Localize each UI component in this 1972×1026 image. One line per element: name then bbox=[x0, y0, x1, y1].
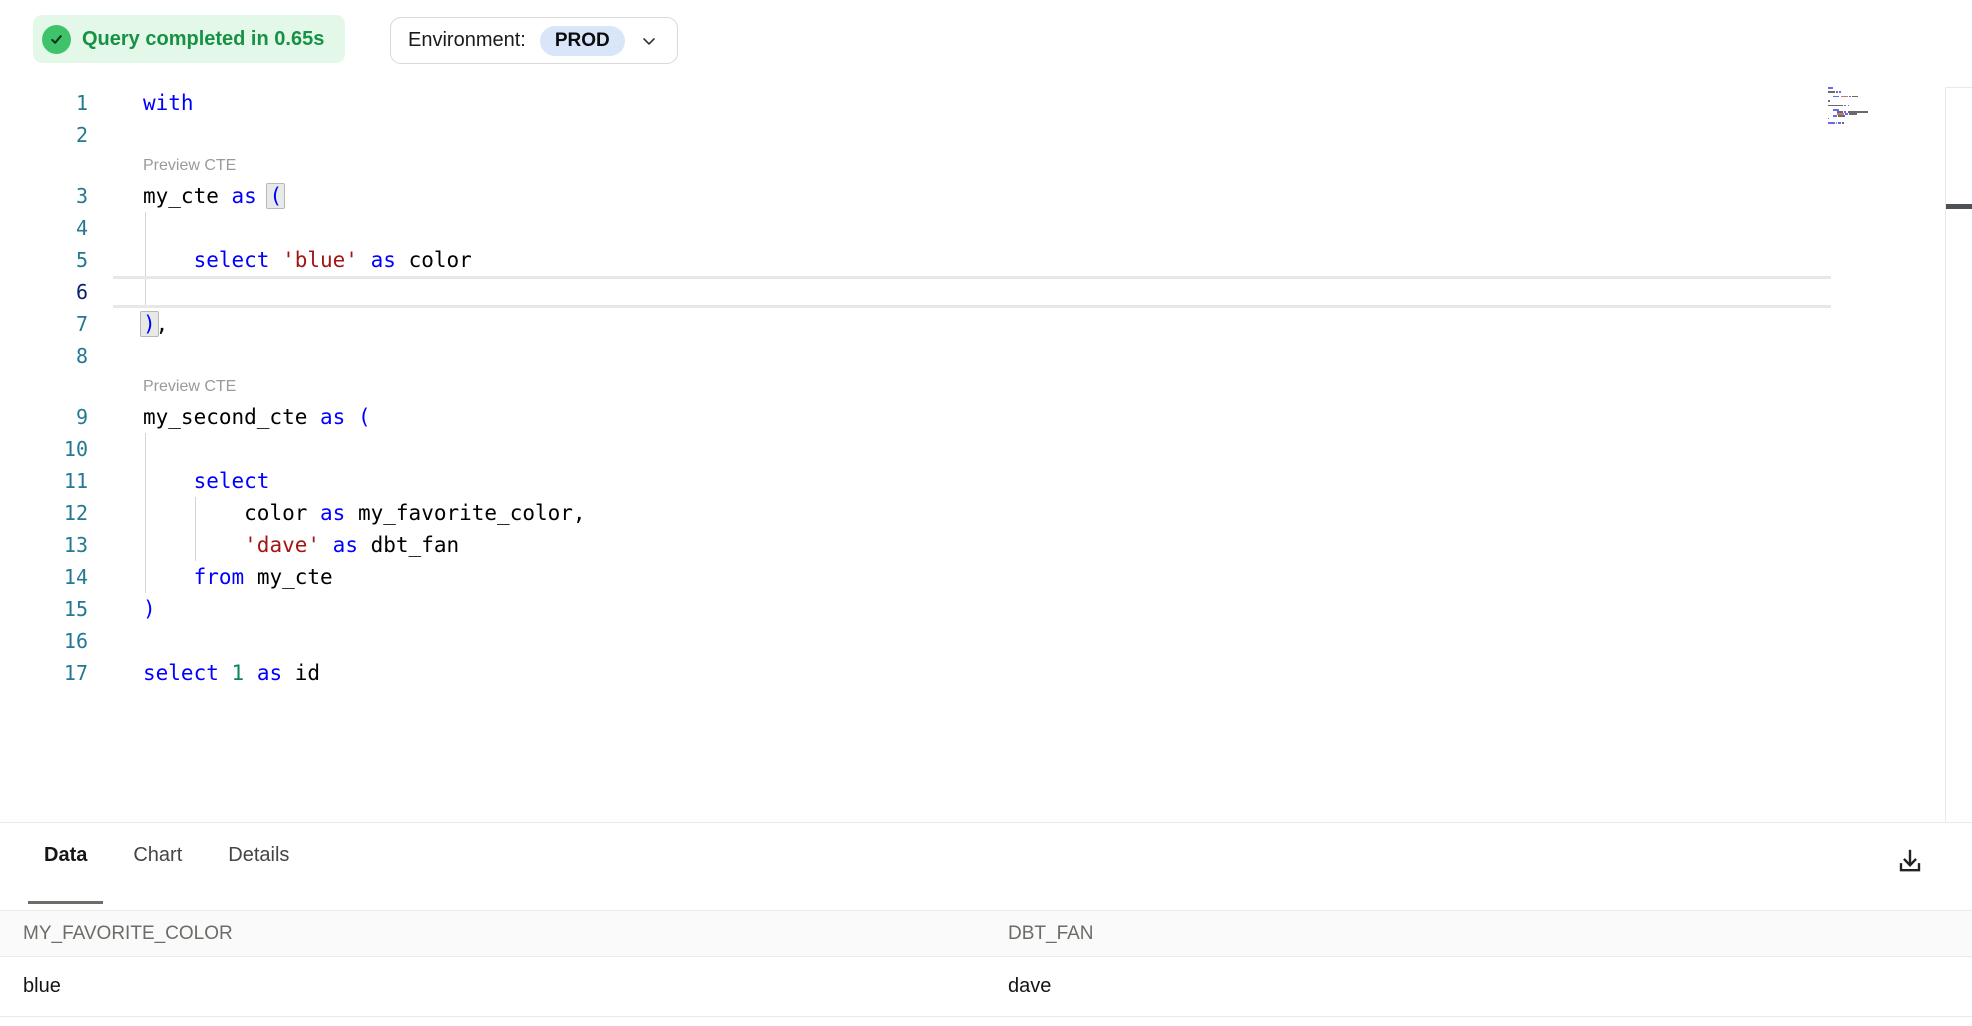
code-line[interactable]: 3my_cte as ( bbox=[0, 180, 1972, 212]
scrollbar-thumb[interactable] bbox=[1946, 204, 1972, 209]
environment-value-badge: PROD bbox=[540, 26, 625, 56]
code-line[interactable]: 5 select 'blue' as color bbox=[0, 244, 1972, 276]
cell-my-favorite-color: blue bbox=[0, 975, 985, 998]
line-number: 11 bbox=[0, 465, 88, 497]
code-line[interactable]: 6 bbox=[0, 276, 1972, 308]
code-editor[interactable]: 1with2Preview CTE3my_cte as (45 select '… bbox=[0, 87, 1972, 822]
line-number: 4 bbox=[0, 212, 88, 244]
line-number: 15 bbox=[0, 593, 88, 625]
code-line[interactable]: 7), bbox=[0, 308, 1972, 340]
download-icon bbox=[1895, 847, 1925, 877]
line-number: 17 bbox=[0, 657, 88, 689]
code-line[interactable]: 14 from my_cte bbox=[0, 561, 1972, 593]
preview-cte-codelens[interactable]: Preview CTE bbox=[113, 372, 1831, 401]
line-number: 5 bbox=[0, 244, 88, 276]
line-number: 13 bbox=[0, 529, 88, 561]
code-line[interactable]: 16 bbox=[0, 625, 1972, 657]
results-tabs: Data Chart Details bbox=[0, 823, 1972, 904]
code-line[interactable]: 4 bbox=[0, 212, 1972, 244]
line-number: 1 bbox=[0, 87, 88, 119]
code-line[interactable]: 10 bbox=[0, 433, 1972, 465]
line-number: 12 bbox=[0, 497, 88, 529]
minimap[interactable] bbox=[1828, 87, 1880, 124]
chevron-down-icon bbox=[639, 31, 659, 51]
check-circle-icon bbox=[42, 25, 71, 54]
tab-data[interactable]: Data bbox=[28, 844, 103, 904]
top-bar: Query completed in 0.65s Environment: PR… bbox=[0, 0, 1972, 87]
code-line[interactable]: 12 color as my_favorite_color, bbox=[0, 497, 1972, 529]
cell-dbt-fan: dave bbox=[985, 975, 1972, 998]
code-line[interactable]: 2 bbox=[0, 119, 1972, 151]
line-number: 3 bbox=[0, 180, 88, 212]
code-line[interactable]: 1with bbox=[0, 87, 1972, 119]
download-results-button[interactable] bbox=[1894, 846, 1926, 878]
column-header-my-favorite-color: MY_FAVORITE_COLOR bbox=[0, 923, 985, 945]
line-number: 14 bbox=[0, 561, 88, 593]
code-lines: 1with2Preview CTE3my_cte as (45 select '… bbox=[0, 87, 1972, 689]
query-status-text: Query completed in 0.65s bbox=[82, 28, 324, 51]
line-number: 16 bbox=[0, 625, 88, 657]
preview-cte-codelens[interactable]: Preview CTE bbox=[113, 151, 1831, 180]
line-number: 7 bbox=[0, 308, 88, 340]
code-line[interactable]: 17select 1 as id bbox=[0, 657, 1972, 689]
column-header-dbt-fan: DBT_FAN bbox=[985, 923, 1972, 945]
code-line[interactable]: 11 select bbox=[0, 465, 1972, 497]
line-number: 9 bbox=[0, 401, 88, 433]
results-table-header: MY_FAVORITE_COLOR DBT_FAN bbox=[0, 910, 1972, 957]
tab-chart[interactable]: Chart bbox=[117, 844, 198, 904]
line-number: 10 bbox=[0, 433, 88, 465]
line-number: 8 bbox=[0, 340, 88, 372]
editor-scroll-gutter[interactable] bbox=[1945, 87, 1972, 822]
code-line[interactable]: 9my_second_cte as ( bbox=[0, 401, 1972, 433]
table-row: blue dave bbox=[0, 957, 1972, 1017]
code-line[interactable]: 13 'dave' as dbt_fan bbox=[0, 529, 1972, 561]
code-line[interactable]: 15) bbox=[0, 593, 1972, 625]
results-panel: Data Chart Details MY_FAVORITE_COLOR DBT… bbox=[0, 822, 1972, 1026]
environment-label: Environment: bbox=[408, 29, 526, 52]
line-number: 6 bbox=[0, 276, 88, 308]
environment-selector[interactable]: Environment: PROD bbox=[390, 17, 678, 64]
code-line[interactable]: 8 bbox=[0, 340, 1972, 372]
line-number: 2 bbox=[0, 119, 88, 151]
tab-details[interactable]: Details bbox=[212, 844, 305, 904]
query-status-badge: Query completed in 0.65s bbox=[33, 15, 345, 63]
